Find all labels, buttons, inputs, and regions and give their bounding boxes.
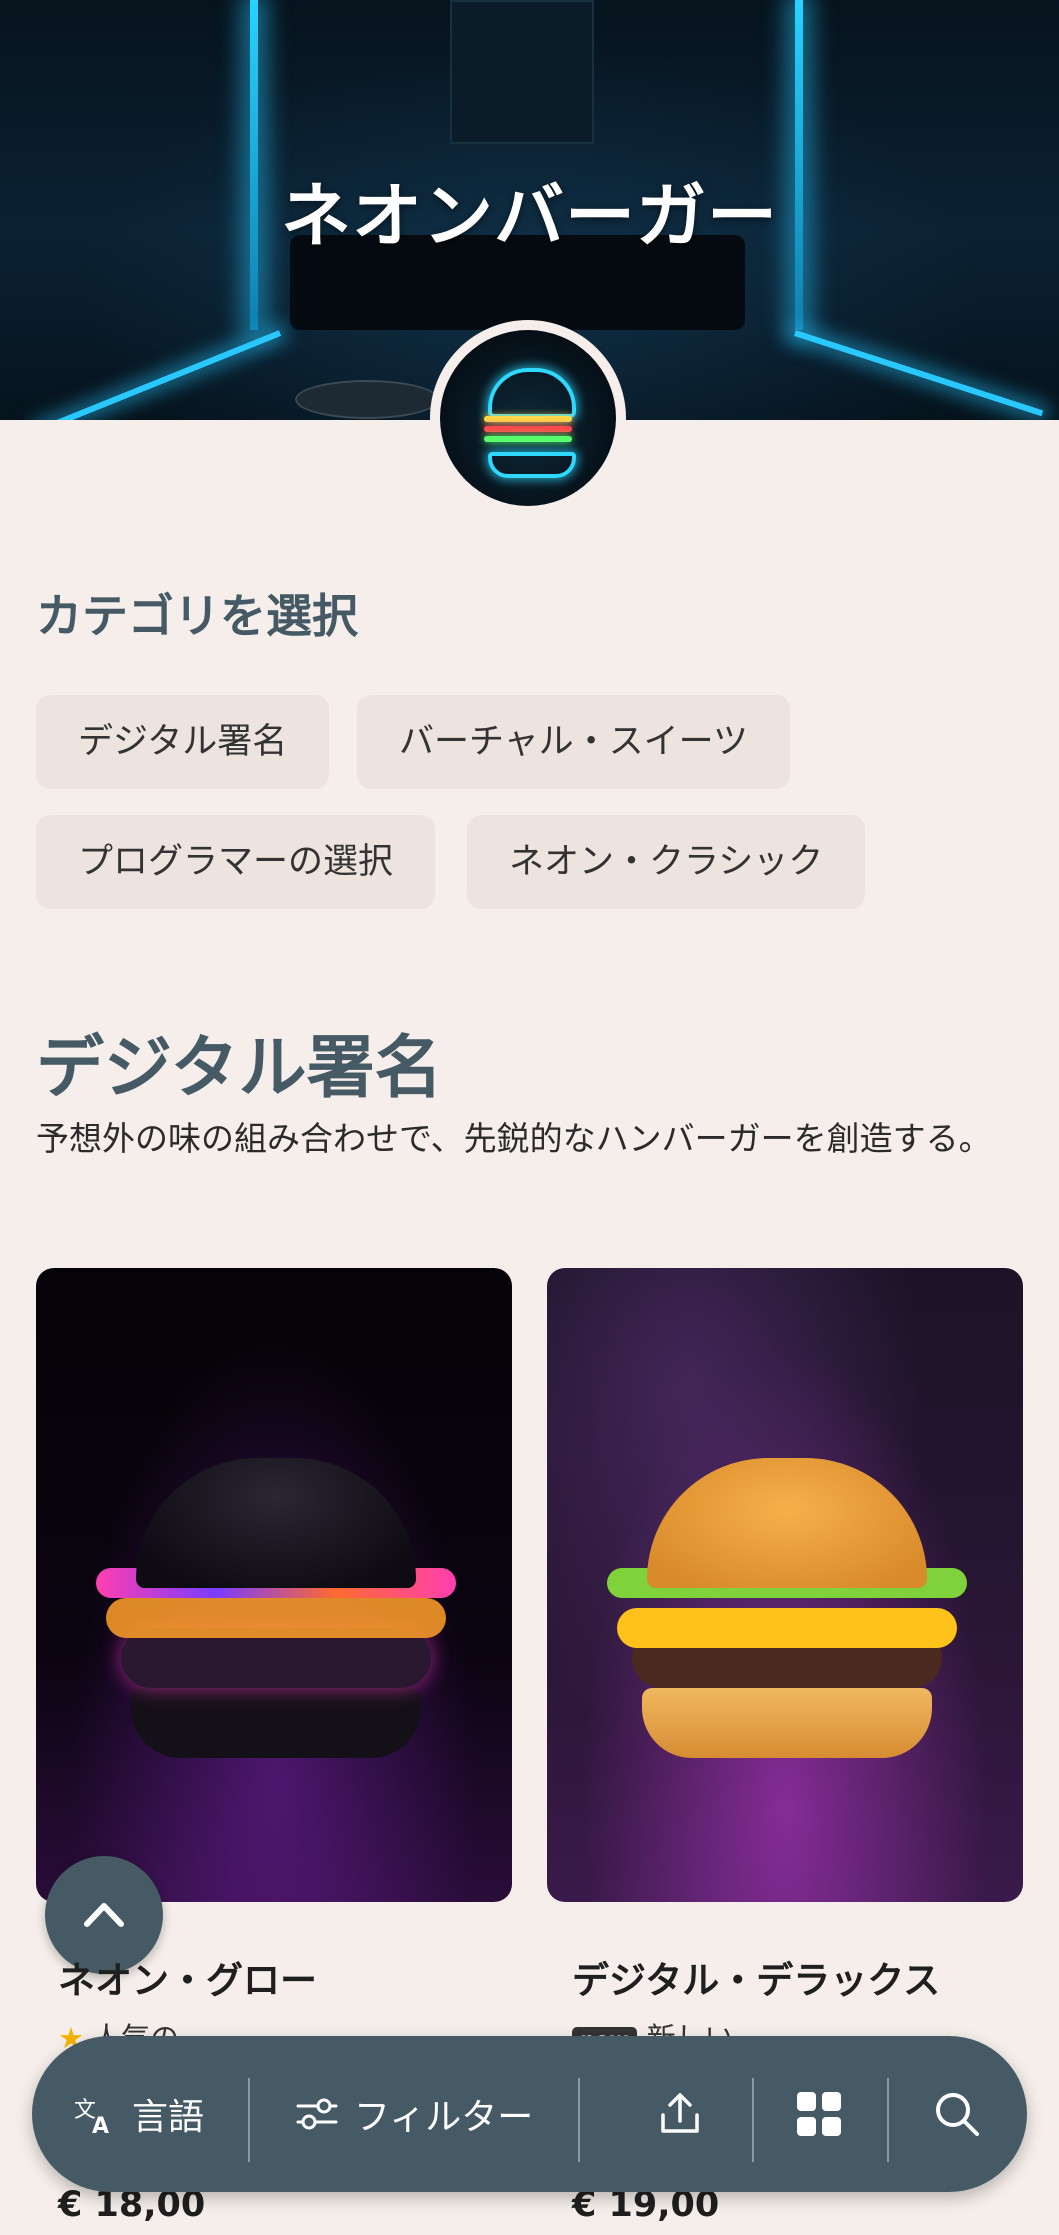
share-button[interactable] [655,2036,705,2192]
language-label: 言語 [132,2097,205,2138]
category-chip-neon-classic[interactable]: ネオン・クラシック [467,815,866,909]
share-icon [661,2093,699,2133]
hero-wall-picture [450,0,594,144]
hero-neon-floor-left [37,330,282,420]
search-icon [936,2093,979,2136]
category-chip-virtual-sweets[interactable]: バーチャル・スイーツ [357,695,790,789]
neon-burger-icon [440,330,616,506]
grid-view-button[interactable] [794,2036,844,2192]
item-name-digital-deluxe[interactable]: デジタル・デラックス [572,1950,940,2004]
grid-icon [797,2092,841,2136]
language-button[interactable]: 文 A 言語 [72,2036,204,2192]
toolbar-divider [578,2078,580,2162]
restaurant-logo [430,320,626,516]
svg-text:A: A [92,2114,109,2137]
category-heading: カテゴリを選択 [36,589,358,643]
search-button[interactable] [932,2036,982,2192]
restaurant-title: ネオンバーガー [281,175,778,257]
item-image-digital-deluxe[interactable] [547,1268,1023,1902]
item-name-neon-glow[interactable]: ネオン・グロー [58,1950,317,2004]
filter-label: フィルター [354,2097,534,2138]
chevron-up-icon [84,1903,124,1927]
toolbar-divider [752,2078,754,2162]
category-chip-programmers-choice[interactable]: プログラマーの選択 [36,815,436,909]
section-title: デジタル署名 [36,1029,443,1108]
item-image-neon-glow[interactable] [36,1268,512,1902]
section-description: 予想外の味の組み合わせで、先鋭的なハンバーガーを創造する。 [36,1119,992,1158]
filter-icon [296,2098,338,2130]
toolbar-divider [887,2078,889,2162]
hero-table [295,380,439,419]
category-chip-digital-signature[interactable]: デジタル署名 [36,695,330,789]
translate-icon: 文 A [74,2098,109,2137]
toolbar-divider [248,2078,250,2162]
bottom-toolbar: 文 A 言語 フィルター [32,2036,1027,2192]
filter-button[interactable]: フィルター [294,2036,533,2192]
hero-neon-floor-right [794,330,1044,417]
